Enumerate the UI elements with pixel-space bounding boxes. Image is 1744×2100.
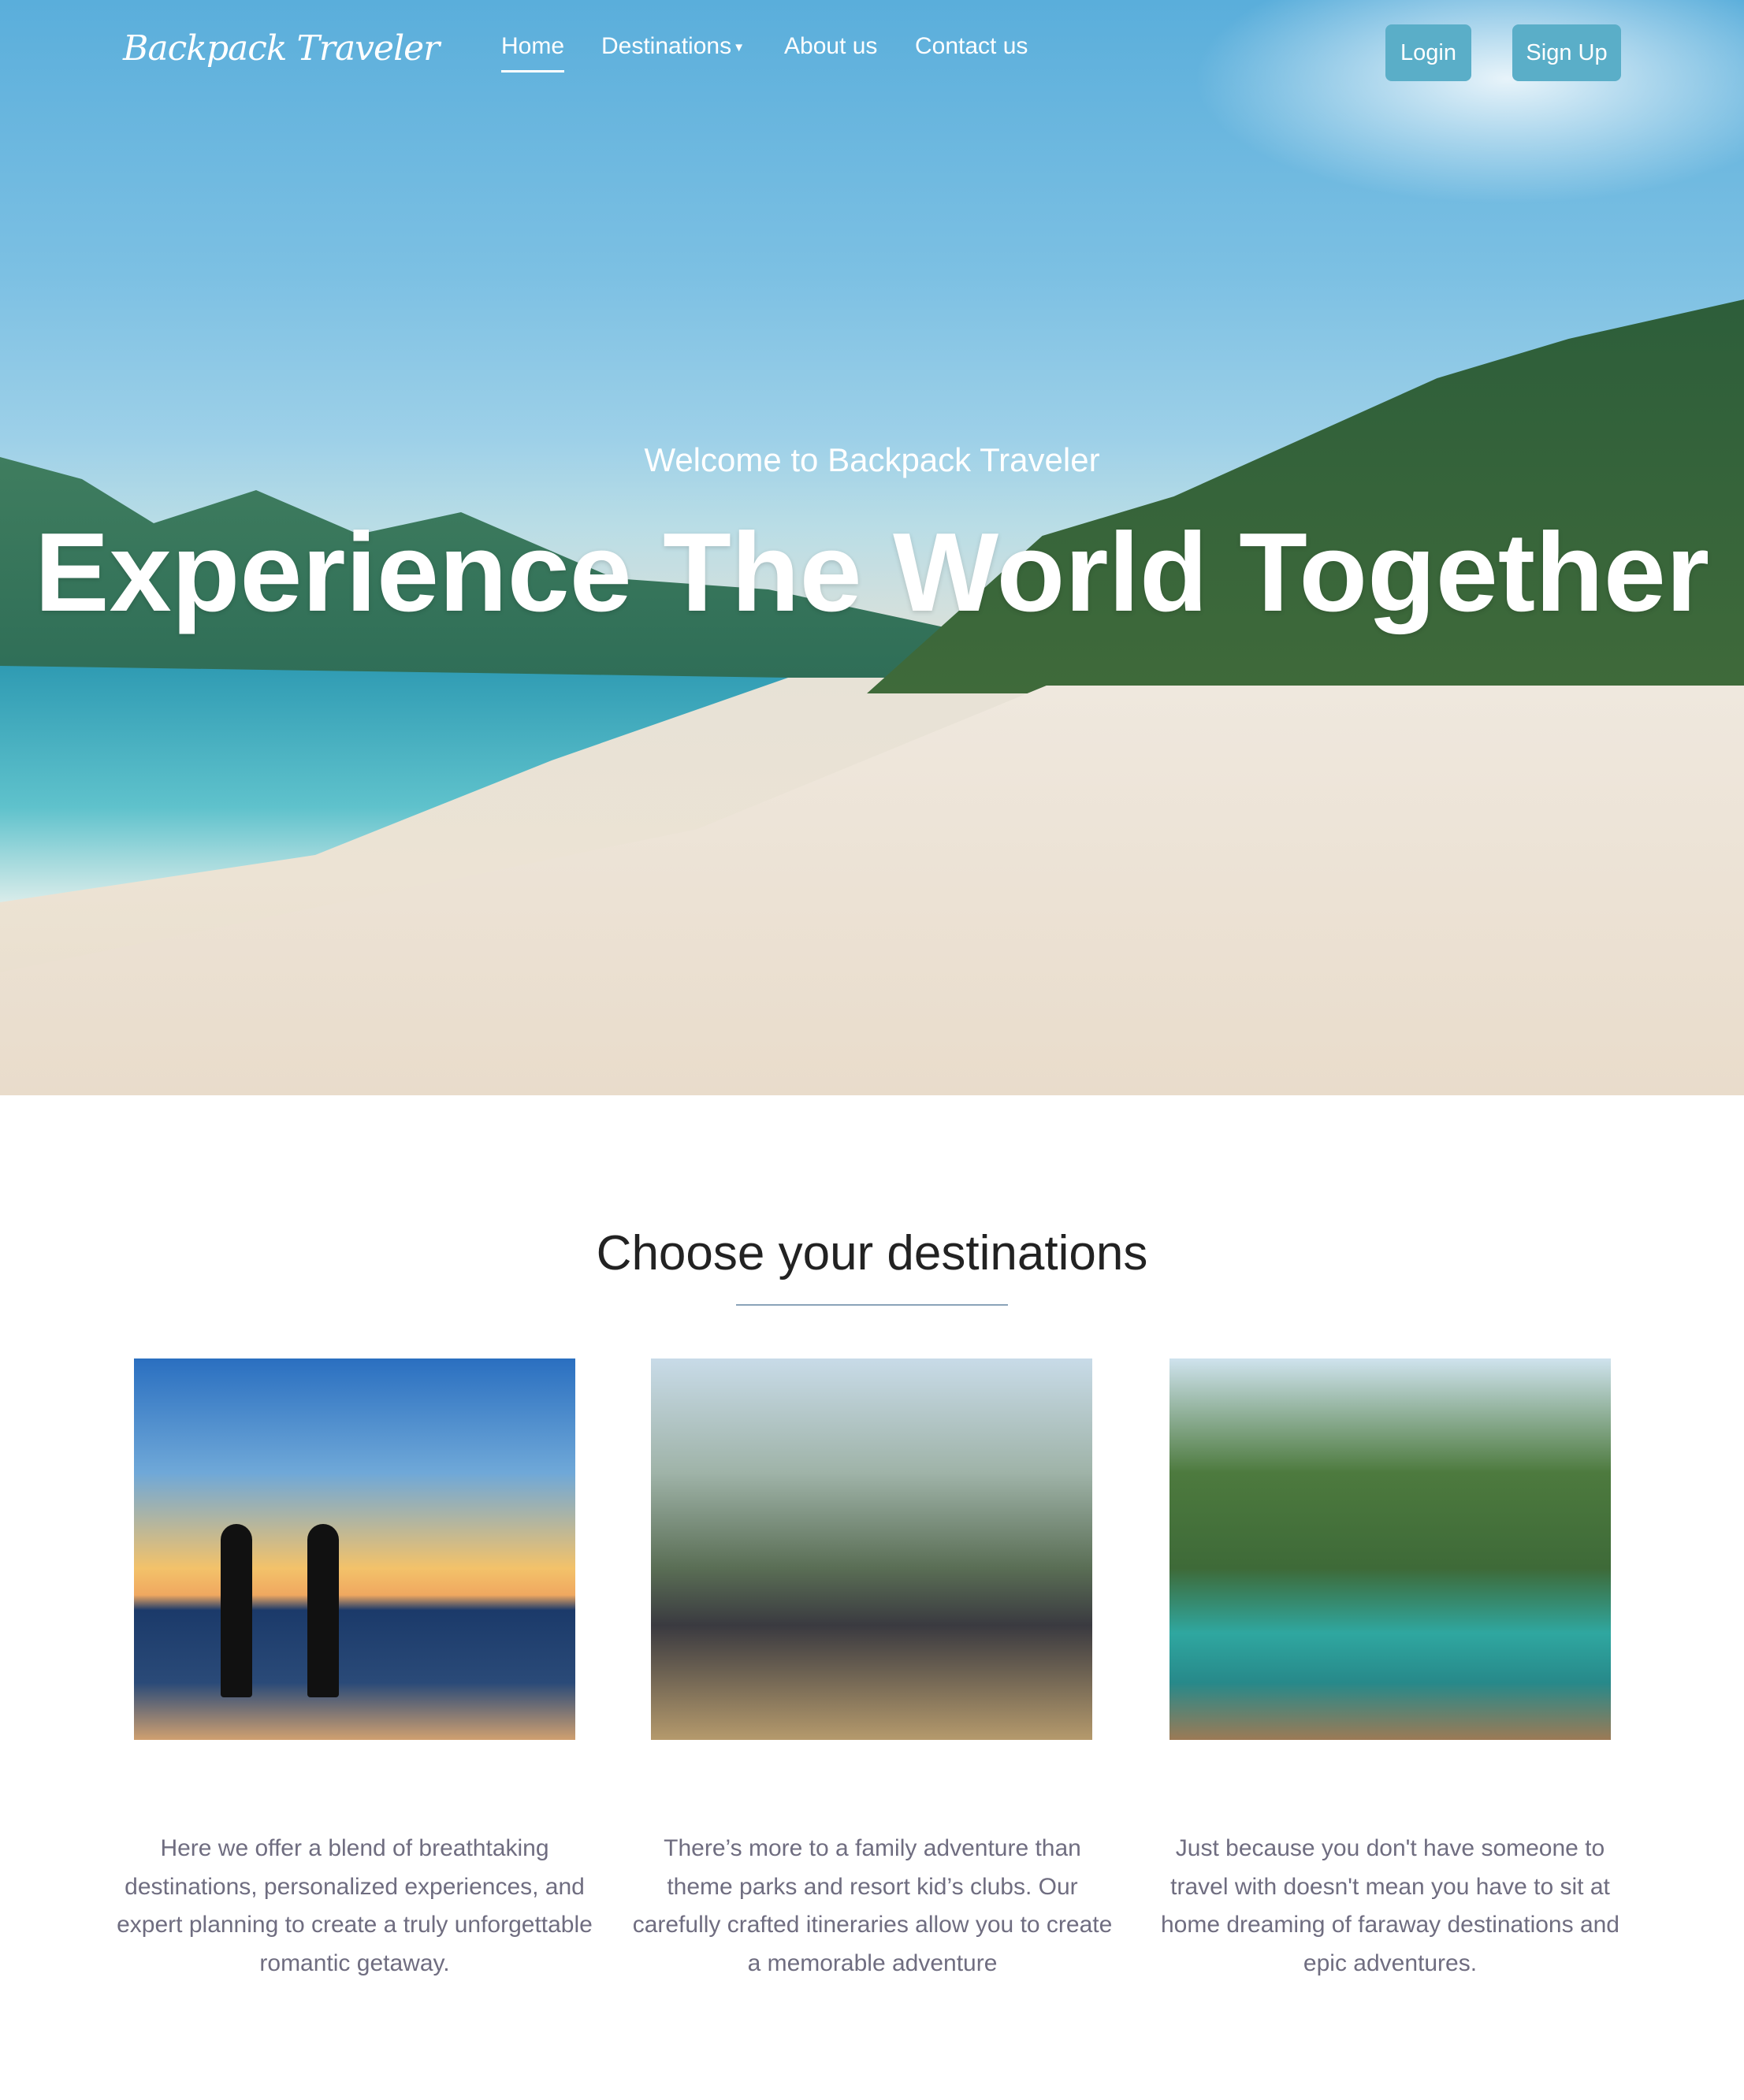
card-text: Just because you don't have someone to t… xyxy=(1160,1835,1619,1976)
silhouette xyxy=(221,1524,252,1697)
card-text: Here we offer a blend of breathtaking de… xyxy=(117,1835,593,1976)
hero-title: Experience The World Together xyxy=(34,510,1710,635)
nav-home[interactable]: Home xyxy=(501,33,565,72)
nav-destinations-label: Destinations xyxy=(601,33,732,59)
nav-about[interactable]: About us xyxy=(784,33,877,60)
navbar: Backpack Traveler Home Destinations ▾ Ab… xyxy=(0,0,1744,102)
login-button[interactable]: Login xyxy=(1385,24,1471,81)
card-image-family xyxy=(651,1358,1092,1740)
hero-banner: Welcome to Backpack Traveler Experience … xyxy=(0,0,1744,1095)
nav-destinations[interactable]: Destinations ▾ xyxy=(601,33,742,60)
chevron-down-icon: ▾ xyxy=(731,39,743,55)
card-image-couple xyxy=(134,1358,575,1740)
card-image-solo xyxy=(1169,1358,1611,1740)
section-heading: Choose your destinations xyxy=(596,1226,1148,1280)
card-text: There’s more to a family adventure than … xyxy=(632,1835,1113,1976)
signup-button[interactable]: Sign Up xyxy=(1512,24,1621,81)
hero-welcome: Welcome to Backpack Traveler xyxy=(644,441,1100,478)
logo[interactable]: Backpack Traveler xyxy=(123,28,440,69)
silhouette xyxy=(307,1524,339,1697)
nav-contact[interactable]: Contact us xyxy=(915,33,1028,60)
heading-divider xyxy=(736,1304,1008,1306)
